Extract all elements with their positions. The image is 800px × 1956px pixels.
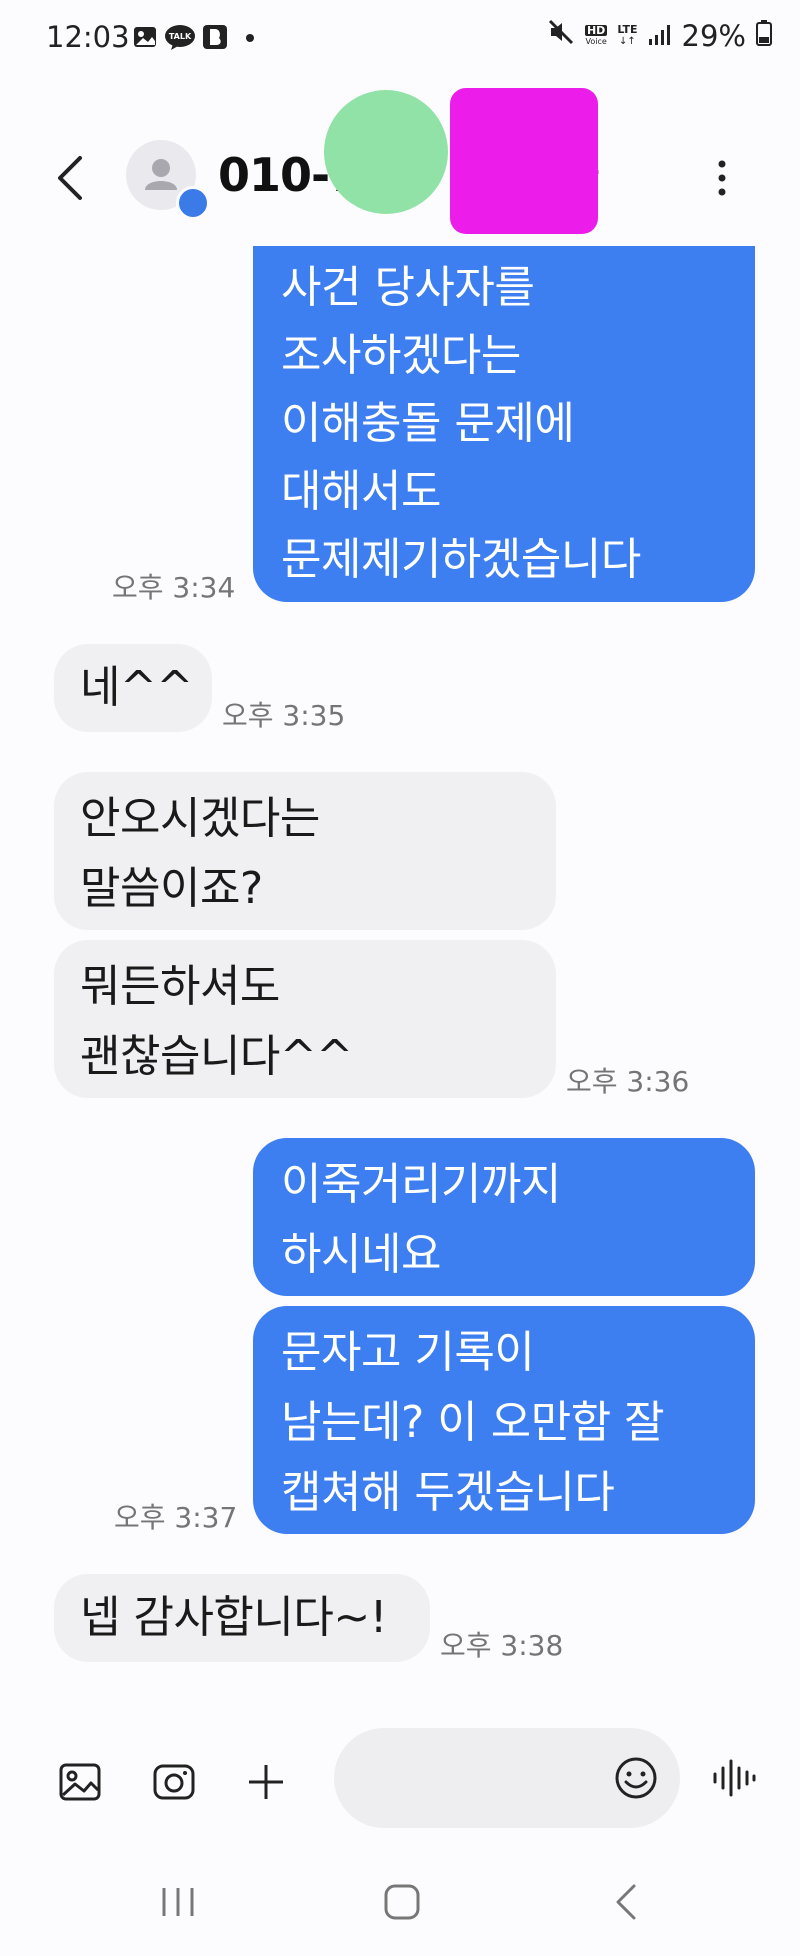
sent-bubble[interactable]: 문자고 기록이 남는데? 이 오만함 잘 캡쳐해 두겠습니다 bbox=[253, 1306, 755, 1534]
back-icon[interactable] bbox=[610, 1882, 640, 1926]
received-bubble[interactable]: 뭐든하셔도 괜찮습니다^^ bbox=[54, 940, 556, 1098]
sent-bubble[interactable]: 사건 당사자를 조사하겠다는 이해충돌 문제에 대해서도 문제제기하겠습니다 bbox=[253, 246, 755, 602]
emoji-icon[interactable] bbox=[614, 1756, 658, 1804]
status-right-group: HD Voice LTE ↓↑ 29% bbox=[547, 18, 772, 53]
message-line: 사건 당사자를 bbox=[281, 262, 535, 313]
recents-icon[interactable] bbox=[158, 1884, 198, 1924]
message-timestamp: 오후 3:36 bbox=[566, 1065, 690, 1098]
message-badge-icon bbox=[176, 186, 210, 220]
message-timestamp: 오후 3:37 bbox=[114, 1501, 238, 1534]
message-line: 캡쳐해 두겠습니다 bbox=[281, 1467, 615, 1518]
message-line: 말씀이죠? bbox=[80, 863, 263, 914]
signal-icon bbox=[648, 19, 672, 53]
gallery-icon bbox=[132, 24, 158, 50]
status-time: 12:03 bbox=[46, 20, 130, 54]
redaction-square bbox=[450, 88, 598, 234]
message-line: 하시네요 bbox=[281, 1229, 441, 1280]
dot-icon bbox=[246, 34, 254, 42]
battery-percent: 29% bbox=[681, 18, 746, 53]
voice-label: Voice bbox=[585, 36, 607, 46]
lte-label: LTE bbox=[617, 22, 638, 36]
message-line: 이죽거리기까지 bbox=[281, 1159, 561, 1210]
voice-icon[interactable] bbox=[712, 1758, 756, 1802]
message-line: 대해서도 bbox=[281, 466, 441, 517]
chevron-left-icon bbox=[58, 156, 82, 200]
back-button[interactable] bbox=[50, 150, 90, 206]
message-timestamp: 오후 3:38 bbox=[440, 1629, 564, 1662]
redaction-circle bbox=[324, 90, 448, 214]
status-bar: 12:03 TALK HD Voice LTE ↓↑ 29% bbox=[0, 0, 800, 84]
message-line: 조사하겠다는 bbox=[281, 330, 521, 381]
message-line: 이해충돌 문제에 bbox=[281, 398, 575, 449]
message-line: 네^^ bbox=[80, 662, 193, 713]
message-line: 넵 감사합니다~! bbox=[80, 1592, 387, 1643]
gallery-icon[interactable] bbox=[58, 1762, 102, 1806]
plus-icon[interactable] bbox=[246, 1762, 286, 1806]
hd-voice-icon: HD Voice bbox=[584, 23, 608, 47]
message-line: 뭐든하셔도 bbox=[80, 961, 280, 1012]
camera-icon[interactable] bbox=[152, 1762, 196, 1806]
lte-icon: LTE ↓↑ bbox=[617, 22, 638, 47]
battery-icon bbox=[756, 19, 772, 53]
received-bubble[interactable]: 네^^ bbox=[54, 644, 212, 732]
received-bubble[interactable]: 안오시겠다는 말씀이죠? bbox=[54, 772, 556, 930]
message-line: 안오시겠다는 bbox=[80, 793, 320, 844]
sent-bubble[interactable]: 이죽거리기까지 하시네요 bbox=[253, 1138, 755, 1296]
message-line: 문자고 기록이 bbox=[281, 1327, 535, 1378]
b-app-icon bbox=[202, 24, 228, 50]
message-line: 문제제기하겠습니다 bbox=[281, 534, 641, 585]
received-bubble[interactable]: 넵 감사합니다~! bbox=[54, 1574, 430, 1662]
more-vert-icon bbox=[718, 160, 726, 196]
hd-label: HD bbox=[584, 23, 608, 37]
more-options-button[interactable] bbox=[704, 150, 740, 206]
message-line: 괜찮습니다^^ bbox=[80, 1031, 353, 1082]
message-timestamp: 오후 3:34 bbox=[112, 571, 236, 604]
message-line: 남는데? 이 오만함 잘 bbox=[281, 1397, 665, 1448]
message-timestamp: 오후 3:35 bbox=[222, 699, 346, 732]
talk-icon: TALK bbox=[164, 24, 196, 50]
mute-icon bbox=[547, 18, 575, 53]
svg-text:TALK: TALK bbox=[169, 32, 192, 41]
home-icon[interactable] bbox=[382, 1882, 422, 1926]
